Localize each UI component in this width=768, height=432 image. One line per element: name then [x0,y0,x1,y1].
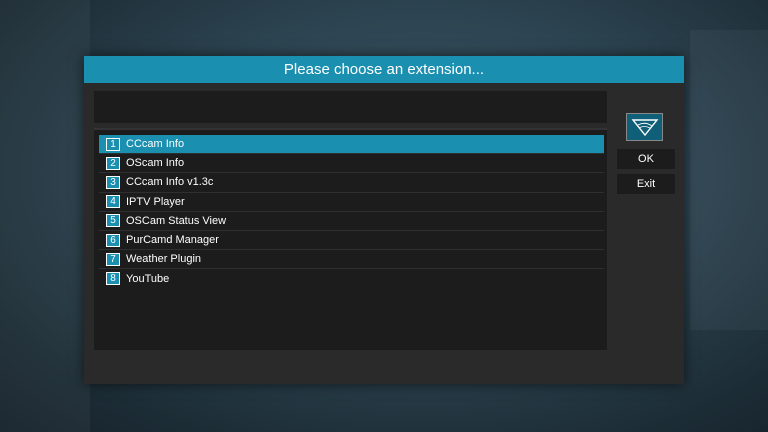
item-number-badge: 1 [106,137,120,151]
list-item-label: CCcam Info [126,138,185,151]
dialog-title: Please choose an extension... [283,61,485,78]
list-item-label: Weather Plugin [126,253,202,266]
item-number-badge: 2 [106,156,120,170]
list-item-label: IPTV Player [126,195,185,208]
list-item-weather-plugin[interactable]: 7 Weather Plugin [99,250,604,270]
list-item-label: CCcam Info v1.3c [126,176,214,189]
list-item-oscam-status-view[interactable]: 5 OSCam Status View [99,212,604,231]
item-number-badge: 5 [106,214,120,228]
item-number-badge: 3 [106,175,120,189]
item-number-badge: 7 [106,252,120,266]
list-item-label: PurCamd Manager [126,234,219,247]
description-box [94,91,607,123]
item-number-badge: 8 [106,272,120,286]
exit-button[interactable]: Exit [617,174,675,194]
list-item-iptv-player[interactable]: 4 IPTV Player [99,193,604,212]
list-item-oscam-info[interactable]: 2 OScam Info [99,154,604,174]
list-item-youtube[interactable]: 8 YouTube [99,269,604,288]
ok-button[interactable]: OK [617,149,675,169]
background-pattern-right [690,30,768,330]
item-number-badge: 6 [106,233,120,247]
item-number-badge: 4 [106,195,120,209]
extension-list[interactable]: 1 CCcam Info 2 OScam Info 3 CCcam Info v… [94,128,607,350]
background-pattern-left [0,0,90,432]
purple-v-logo-icon [626,113,663,141]
list-item-cccam-info-v13c[interactable]: 3 CCcam Info v1.3c [99,173,604,193]
extension-dialog: Please choose an extension... 1 CCcam In… [84,56,684,384]
dialog-title-bar: Please choose an extension... [84,56,684,83]
list-item-label: OScam Info [126,157,185,170]
list-item-label: OSCam Status View [126,214,227,227]
list-item-cccam-info[interactable]: 1 CCcam Info [99,135,604,155]
list-item-purcamd-manager[interactable]: 6 PurCamd Manager [99,231,604,251]
list-item-label: YouTube [126,272,170,285]
